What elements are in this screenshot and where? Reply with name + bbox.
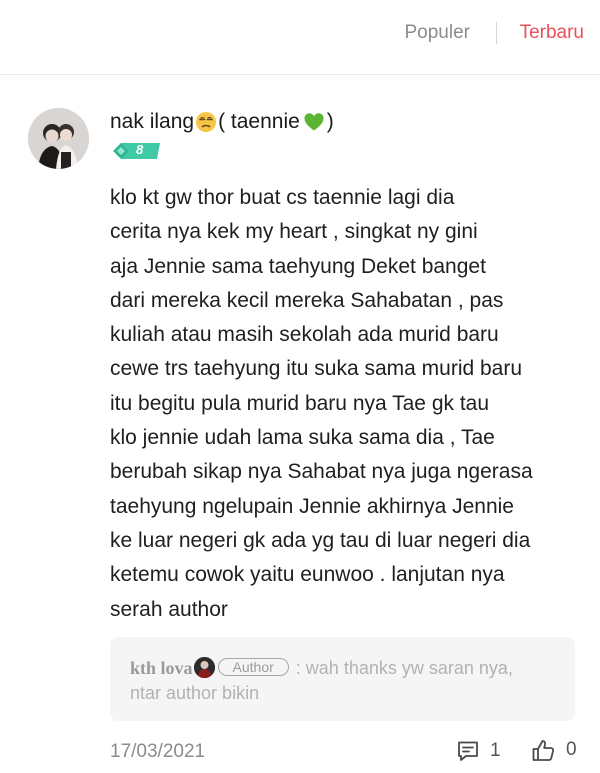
comment-line: itu begitu pula murid baru nya Tae gk ta… [110, 391, 490, 415]
comment-line: klo kt gw thor buat cs taennie lagi dia [110, 186, 455, 209]
reply-count: 1 [490, 740, 501, 761]
reply-button[interactable]: 1 [456, 738, 501, 764]
sort-divider [496, 22, 497, 44]
comment-text: klo kt gw thor buat cs taennie lagi dia … [110, 181, 580, 627]
level-badge: 8 [112, 141, 162, 161]
username-text-3: ) [326, 110, 334, 133]
unamused-face-icon [196, 112, 217, 132]
sort-popular-tab[interactable]: Populer [405, 22, 471, 44]
comment-line: berubah sikap nya Sahabat nya juga ngera… [110, 460, 533, 484]
comment-line: aja Jennie sama taehyung Deket banget [110, 254, 486, 278]
comment-date: 17/03/2021 [110, 741, 206, 762]
comment-line: dari mereka kecil mereka Sahabatan , pas [110, 288, 504, 312]
level-number: 8 [136, 142, 144, 157]
comment-line: cewe trs taehyung itu suka sama murid ba… [110, 357, 523, 381]
green-heart-icon [304, 113, 324, 131]
thumbs-up-icon [532, 739, 555, 761]
comment-line: cerita nya kek my heart , singkat ny gin… [110, 220, 478, 244]
comment-line: ke luar negeri gk ada yg tau di luar neg… [110, 528, 531, 552]
username-text: nak ilang [110, 110, 195, 133]
comment-line: klo jennie udah lama suka sama dia , Tae [110, 426, 495, 450]
reply-separator: : [290, 658, 306, 678]
reply-author-avatar [193, 657, 215, 678]
reply-text-line2: ntar author bikin [130, 683, 260, 703]
reply-author-name[interactable]: kth lova [130, 658, 193, 678]
username[interactable]: nak ilang ( taennie ) [110, 110, 334, 134]
author-reply[interactable]: kth lova Author : wah thanks yw saran nya… [110, 637, 575, 721]
comment-bubble-icon [458, 741, 478, 761]
author-reply-content: kth lova Author : wah thanks yw saran nya… [130, 656, 560, 706]
username-text-2: ( taennie [218, 110, 300, 133]
comment-line: serah author [110, 597, 228, 621]
avatar[interactable] [28, 108, 89, 169]
avatar-photo [28, 108, 89, 169]
sort-newest-tab[interactable]: Terbaru [520, 22, 584, 44]
sort-bar: Populer Terbaru [0, 0, 600, 75]
reply-text-line1: wah thanks yw saran nya, [305, 658, 513, 678]
like-button[interactable]: 0 [531, 737, 577, 763]
like-count: 0 [566, 739, 577, 760]
comment-line: ketemu cowok yaitu eunwoo . lanjutan nya [110, 563, 505, 587]
author-tag-badge: Author [217, 658, 289, 676]
comment-line: taehyung ngelupain Jennie akhirnya Jenni… [110, 494, 514, 518]
comment-line: kuliah atau masih sekolah ada murid baru [110, 323, 499, 347]
